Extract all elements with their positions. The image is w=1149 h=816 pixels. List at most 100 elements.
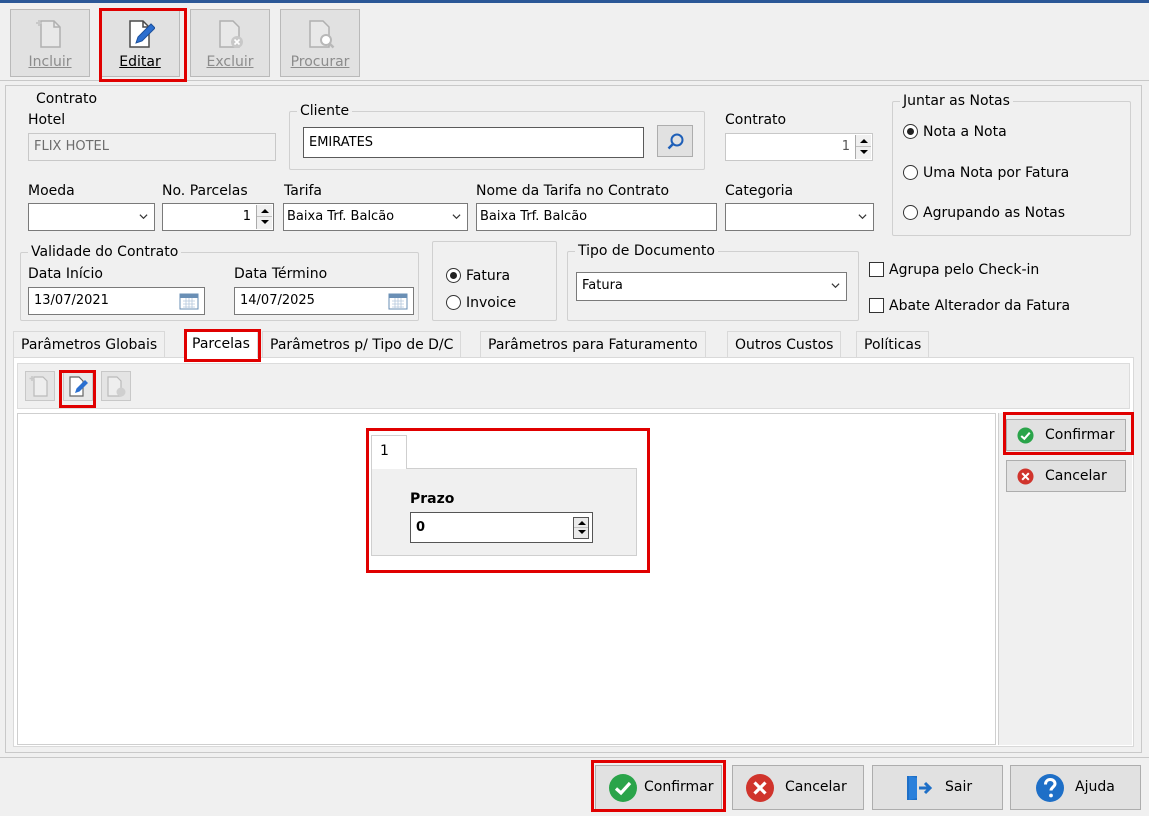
cancel-circle-icon [1017, 468, 1034, 485]
abate-alterador-label: Abate Alterador da Fatura [889, 298, 1071, 314]
search-icon [667, 133, 684, 150]
radio-uma-nota-por-fatura[interactable]: Uma Nota por Fatura [903, 164, 1069, 182]
delete-document-icon [219, 20, 243, 48]
check-circle-icon [609, 774, 637, 802]
side-confirmar-button[interactable]: Confirmar [1006, 419, 1126, 451]
radio-selected-icon [903, 124, 918, 139]
confirmar-button[interactable]: Confirmar [595, 765, 722, 810]
cliente-search-button[interactable] [657, 125, 693, 157]
radio-nota-a-nota[interactable]: Nota a Nota [903, 123, 1007, 141]
parcela-incluir-button[interactable] [25, 371, 55, 401]
chevron-down-icon [139, 214, 148, 220]
contrato-number-value: 1 [841, 139, 850, 154]
categoria-label: Categoria [725, 183, 794, 199]
side-cancelar-button[interactable]: Cancelar [1006, 460, 1126, 492]
parcelas-value: 1 [242, 209, 251, 224]
radio-unselected-icon [903, 165, 918, 180]
spin-up-icon [261, 209, 269, 213]
parcela-tab-1[interactable]: 1 [371, 435, 407, 469]
sair-button[interactable]: Sair [872, 765, 1003, 810]
checkbox-unchecked-icon [869, 262, 884, 277]
contrato-legend: Contrato [33, 91, 101, 107]
delete-document-icon [107, 376, 126, 397]
chevron-down-icon [831, 283, 840, 289]
editar-button[interactable]: Editar [100, 9, 180, 77]
radio-fatura[interactable]: Fatura [446, 267, 510, 285]
sair-label: Sair [945, 779, 973, 795]
validade-legend: Validade do Contrato [28, 244, 182, 260]
data-inicio-input[interactable]: 13/07/2021 [28, 287, 205, 315]
parcela-excluir-button[interactable] [101, 371, 131, 401]
tab-parametros-tipo-dc[interactable]: Parâmetros p/ Tipo de D/C [262, 331, 462, 357]
tarifa-value: Baixa Trf. Balcão [287, 209, 395, 224]
confirmar-label: Confirmar [644, 779, 714, 795]
chevron-down-icon [858, 214, 867, 220]
cliente-input[interactable]: EMIRATES [303, 127, 644, 158]
tab-outros-custos[interactable]: Outros Custos [727, 331, 842, 357]
help-icon [1036, 774, 1064, 802]
radio-nota-a-nota-label: Nota a Nota [923, 124, 1007, 140]
contrato-number-input[interactable]: 1 [725, 133, 873, 161]
excluir-button[interactable]: Excluir [190, 9, 270, 77]
tab-politicas[interactable]: Políticas [856, 331, 930, 357]
calendar-icon[interactable] [388, 293, 408, 310]
ajuda-button[interactable]: Ajuda [1010, 765, 1141, 810]
exit-door-icon [907, 776, 933, 800]
checkbox-unchecked-icon [869, 298, 884, 313]
editar-label: Editar [119, 54, 161, 70]
tab-strip: Parâmetros Globais Parcelas Parâmetros p… [13, 329, 1133, 358]
spin-down-icon [261, 220, 269, 224]
abate-alterador-checkbox[interactable]: Abate Alterador da Fatura [869, 297, 1070, 315]
moeda-label: Moeda [28, 183, 75, 199]
cancel-circle-icon [746, 774, 774, 802]
side-confirmar-label: Confirmar [1045, 427, 1115, 443]
ajuda-label: Ajuda [1075, 779, 1115, 795]
radio-invoice[interactable]: Invoice [446, 294, 516, 312]
spin-up-icon [578, 521, 586, 525]
spin-down-icon [860, 150, 868, 154]
agrupa-checkin-checkbox[interactable]: Agrupa pelo Check-in [869, 261, 1039, 279]
tab-parcelas[interactable]: Parcelas [184, 329, 258, 358]
moeda-select[interactable] [28, 203, 155, 231]
categoria-select[interactable] [725, 203, 874, 231]
cancelar-button[interactable]: Cancelar [732, 765, 864, 810]
incluir-label: Incluir [28, 54, 72, 70]
parcelas-input[interactable]: 1 [162, 203, 274, 231]
parcelas-spinner[interactable] [256, 205, 272, 229]
parcela-page: Prazo 0 [371, 468, 637, 556]
data-termino-value: 14/07/2025 [240, 293, 315, 308]
prazo-value: 0 [416, 520, 426, 535]
prazo-input[interactable]: 0 [410, 512, 593, 543]
main-toolbar: Incluir Editar Excluir Procurar [0, 3, 1149, 81]
data-termino-input[interactable]: 14/07/2025 [234, 287, 414, 315]
tarifa-select[interactable]: Baixa Trf. Balcão [283, 203, 468, 231]
radio-agrupando-as-notas[interactable]: Agrupando as Notas [903, 204, 1065, 222]
radio-fatura-label: Fatura [466, 268, 511, 284]
tab-parametros-globais[interactable]: Parâmetros Globais [13, 331, 166, 357]
tipo-documento-select[interactable]: Fatura [576, 272, 847, 301]
data-termino-label: Data Término [234, 266, 328, 282]
tab-parametros-faturamento[interactable]: Parâmetros para Faturamento [480, 331, 706, 357]
prazo-spinner[interactable] [573, 517, 589, 539]
procurar-label: Procurar [290, 54, 350, 70]
prazo-label: Prazo [410, 491, 455, 507]
procurar-button[interactable]: Procurar [280, 9, 360, 77]
data-inicio-value: 13/07/2021 [34, 293, 109, 308]
new-document-icon [36, 20, 61, 48]
calendar-icon[interactable] [179, 293, 199, 310]
hotel-label: Hotel [28, 112, 66, 128]
hotel-field: FLIX HOTEL [28, 133, 276, 161]
cancelar-label: Cancelar [785, 779, 847, 795]
nome-tarifa-label: Nome da Tarifa no Contrato [476, 183, 670, 199]
radio-selected-icon [446, 268, 461, 283]
parcela-editor: 1 Prazo 0 [364, 430, 648, 570]
radio-unselected-icon [903, 205, 918, 220]
data-inicio-label: Data Início [28, 266, 103, 282]
parcela-editar-button[interactable] [63, 371, 93, 401]
contrato-number-spinner[interactable] [855, 135, 871, 159]
incluir-button[interactable]: Incluir [10, 9, 90, 77]
nome-tarifa-input[interactable]: Baixa Trf. Balcão [476, 203, 717, 231]
agrupa-checkin-label: Agrupa pelo Check-in [889, 262, 1040, 278]
parcelas-label: No. Parcelas [162, 183, 248, 199]
spin-down-icon [578, 530, 586, 534]
